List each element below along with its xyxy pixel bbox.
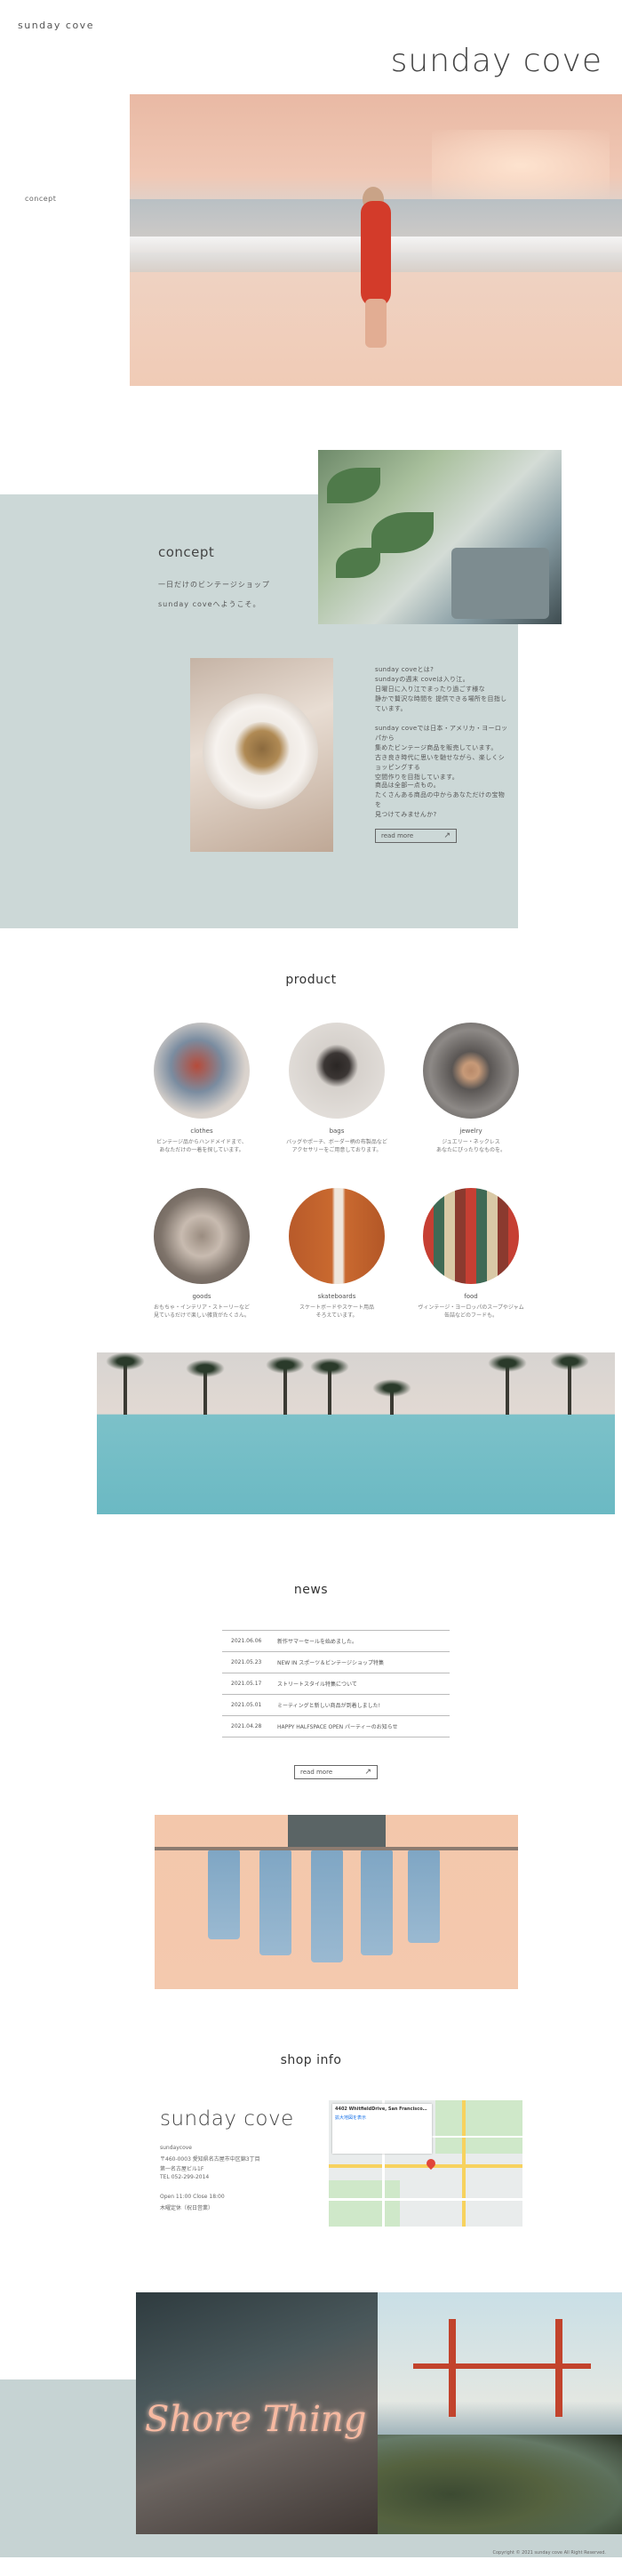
shop-name: sunday cove — [160, 2107, 294, 2131]
news-item[interactable]: 2021.04.28 HAPPY HALFSPACE OPEN パーティーのお知ら… — [222, 1716, 450, 1737]
news-item[interactable]: 2021.05.23 NEW IN スポーツ＆ビンテージショップ特集 — [222, 1652, 450, 1673]
concept-readmore-button[interactable]: read more ↗ — [375, 829, 457, 843]
product-item-clothes[interactable]: clothes ビンテージ品からハンドメイドまで、 あなただけの一着を探していま… — [144, 1023, 259, 1154]
golden-gate-bridge-image — [378, 2292, 622, 2534]
hero-beach-image — [130, 94, 622, 386]
news-heading: news — [293, 1583, 329, 1597]
food-image — [423, 1188, 519, 1284]
jeans-image — [155, 1815, 518, 1989]
arrow-up-right-icon: ↗ — [364, 1768, 371, 1777]
concept-heading: concept — [158, 544, 215, 560]
plants-image — [318, 450, 562, 624]
goods-image — [154, 1188, 250, 1284]
site-logo[interactable]: sunday cove — [18, 20, 94, 31]
map-info-box: 4402 WhitfieldDrive, San Francisco… 拡大地図… — [332, 2104, 432, 2154]
shop-map[interactable]: 4402 WhitfieldDrive, San Francisco… 拡大地図… — [329, 2100, 522, 2227]
concept-paragraph-2: sunday coveでは日本・アメリカ・ヨーロッパから 集めたビンテージ商品を… — [375, 725, 508, 781]
product-item-bags[interactable]: bags バッグやポーチ、ボーダー柄の布製品など アクセサリーをご用意しておりま… — [279, 1023, 395, 1154]
site-title: sunday cove — [390, 43, 602, 79]
jewelry-image — [423, 1023, 519, 1119]
news-item[interactable]: 2021.06.06 新作サマーセールを始めました。 — [222, 1630, 450, 1652]
skateboards-image — [289, 1188, 385, 1284]
clothes-image — [154, 1023, 250, 1119]
map-enlarge-link[interactable]: 拡大地図を表示 — [335, 2115, 429, 2122]
product-item-skateboards[interactable]: skateboards スケートボードやスケート用品 そろえています。 — [279, 1188, 395, 1320]
rings-bowl-image — [190, 658, 333, 852]
concept-tagline-2: sunday coveへようこそ。 — [158, 600, 261, 608]
concept-paragraph-1: sunday coveとは? sundayの週末 coveは入り江。 日曜日に入… — [375, 666, 507, 712]
news-readmore-button[interactable]: read more ↗ — [294, 1765, 378, 1779]
news-item[interactable]: 2021.05.01 ミーティングと新しい商品が到着しました! — [222, 1695, 450, 1716]
bags-image — [289, 1023, 385, 1119]
product-item-food[interactable]: food ヴィンテージ・ヨーロッパのスープやジャム 缶詰などのフードも。 — [413, 1188, 529, 1320]
news-list: 2021.06.06 新作サマーセールを始めました。 2021.05.23 NEW … — [222, 1630, 450, 1737]
shop-info-heading: shop info — [280, 2053, 342, 2067]
shop-holiday: 木曜定休（祝日営業） — [160, 2205, 214, 2211]
product-item-goods[interactable]: goods おもちゃ・インテリア・ストーリーなど 見ているだけで楽しい雑貨がたく… — [144, 1188, 259, 1320]
palm-trees-image — [97, 1352, 615, 1514]
shop-phone: TEL 052-299-2014 — [160, 2174, 210, 2180]
copyright: Copyright © 2021 sunday cove All Right R… — [492, 2550, 607, 2556]
concept-tagline-1: 一日だけのビンテージショップ — [158, 581, 270, 589]
product-item-jewelry[interactable]: jewelry ジュエリー・ネックレス あなたにぴったりなものを。 — [413, 1023, 529, 1154]
shop-address-line: 第一名古屋ビル1F — [160, 2166, 204, 2172]
concept-paragraph-3: 商品は全部一点もの。 たくさんある商品の中からあなただけの宝物を 見つけてみませ… — [375, 782, 505, 818]
shop-hours: Open 11:00 Close 18:00 — [160, 2194, 225, 2200]
news-item[interactable]: 2021.05.17 ストリートスタイル特集について — [222, 1673, 450, 1695]
shop-address-line: 〒460-0003 愛知県名古屋市中区錦3丁目 — [160, 2156, 260, 2163]
product-heading: product — [285, 973, 337, 987]
neon-sign-image: Shore Thing — [136, 2292, 378, 2534]
shop-address-line: sundaycove — [160, 2145, 192, 2151]
arrow-up-right-icon: ↗ — [443, 831, 451, 840]
side-nav-concept[interactable]: concept — [25, 195, 56, 203]
